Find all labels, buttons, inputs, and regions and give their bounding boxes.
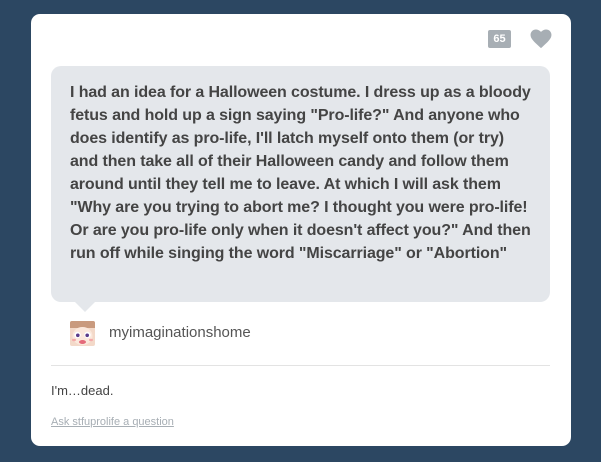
- asker-info: myimaginationshome: [70, 320, 251, 346]
- post-card: 65 I had an idea for a Halloween costume…: [31, 14, 571, 446]
- asker-avatar[interactable]: [70, 320, 95, 346]
- answer-text: I'm…dead.: [51, 383, 114, 398]
- heart-icon[interactable]: [530, 29, 552, 49]
- asker-name[interactable]: myimaginationshome: [109, 320, 251, 346]
- question-text: I had an idea for a Halloween costume. I…: [70, 84, 531, 262]
- divider: [51, 365, 550, 366]
- note-count-badge[interactable]: 65: [488, 30, 511, 48]
- ask-question-link[interactable]: Ask stfuprolife a question: [51, 416, 174, 429]
- question-bubble: I had an idea for a Halloween costume. I…: [51, 66, 550, 312]
- character-face-avatar-icon: [70, 320, 95, 346]
